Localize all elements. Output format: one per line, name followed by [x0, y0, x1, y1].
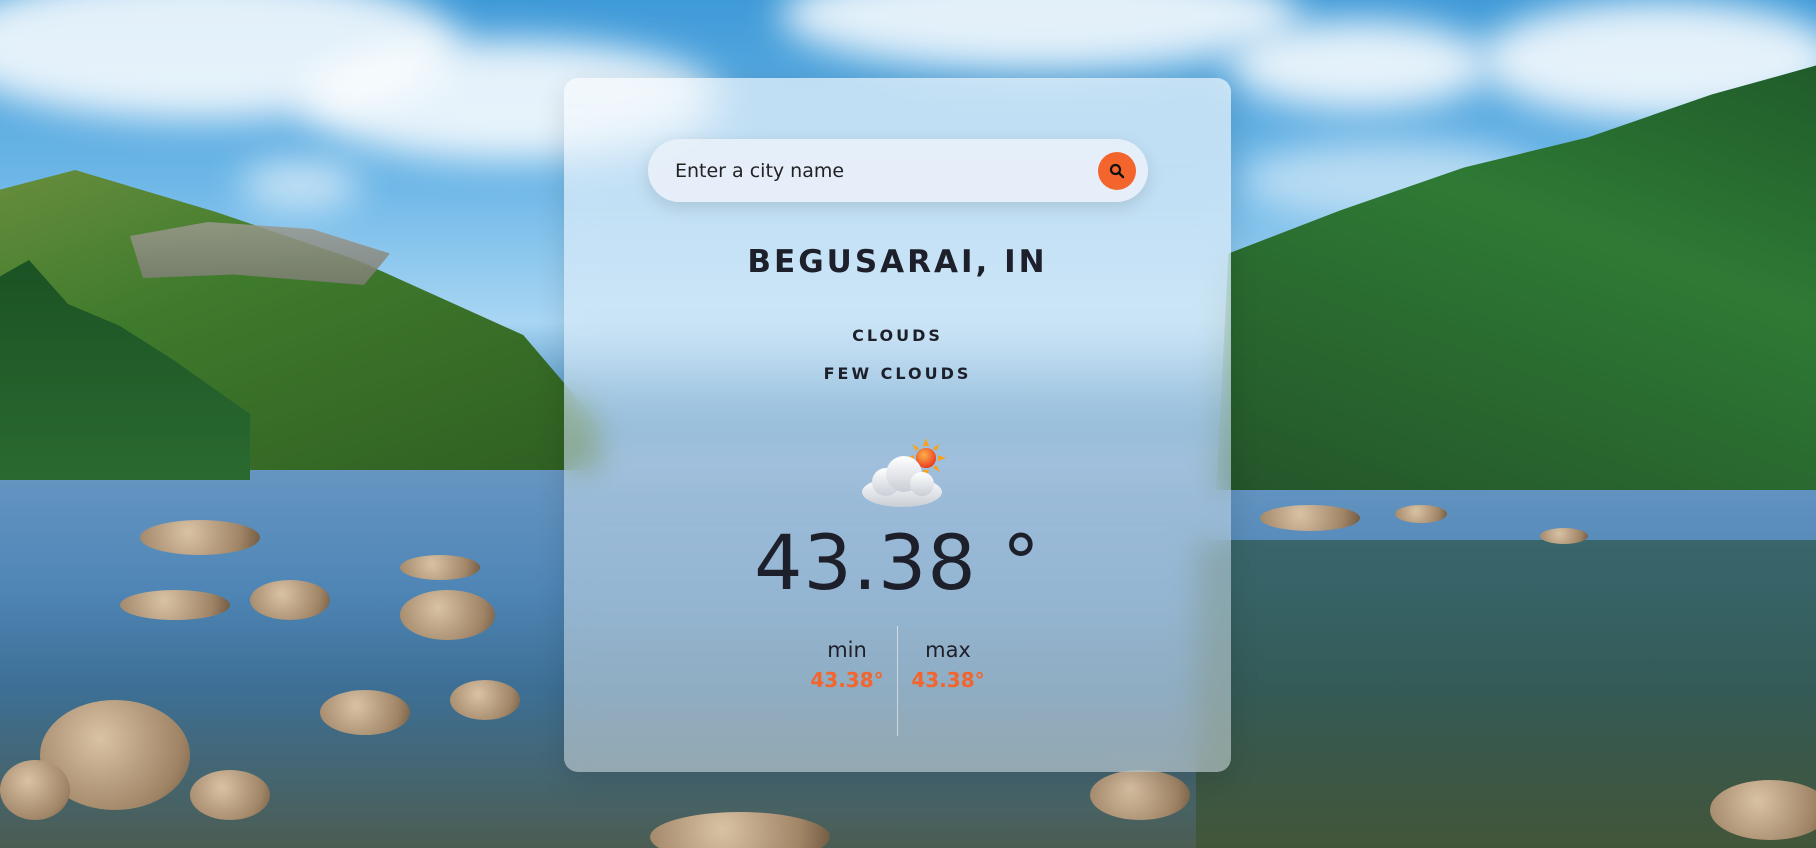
- rock: [320, 690, 410, 735]
- rock: [140, 520, 260, 555]
- weather-card: BEGUSARAI, IN CLOUDS FEW CLOUDS: [564, 78, 1231, 772]
- forest-right: [1216, 60, 1816, 490]
- max-temperature: max 43.38°: [898, 638, 998, 692]
- min-label: min: [827, 638, 867, 662]
- rock: [250, 580, 330, 620]
- rock: [450, 680, 520, 720]
- city-name: BEGUSARAI, IN: [747, 244, 1048, 280]
- weather-main: CLOUDS: [852, 326, 943, 345]
- cloud: [240, 160, 360, 210]
- temperature: 43.38 °: [754, 518, 1041, 607]
- rock: [1090, 770, 1190, 820]
- rock: [400, 590, 495, 640]
- search-button[interactable]: [1098, 152, 1136, 190]
- rock: [1395, 505, 1447, 523]
- search-bar: [648, 139, 1148, 202]
- rock: [1260, 505, 1360, 531]
- max-value: 43.38°: [911, 668, 985, 692]
- min-temperature: min 43.38°: [797, 638, 897, 692]
- rock: [190, 770, 270, 820]
- rock: [400, 555, 480, 580]
- search-icon: [1109, 163, 1125, 179]
- cloud: [780, 0, 1300, 70]
- max-label: max: [925, 638, 971, 662]
- min-value: 43.38°: [810, 668, 884, 692]
- few-clouds-icon: [862, 438, 946, 507]
- cloud: [1230, 20, 1490, 110]
- rock: [0, 760, 70, 820]
- city-search-input[interactable]: [673, 158, 1077, 183]
- weather-description: FEW CLOUDS: [823, 364, 972, 383]
- rock: [120, 590, 230, 620]
- rock: [1540, 528, 1588, 544]
